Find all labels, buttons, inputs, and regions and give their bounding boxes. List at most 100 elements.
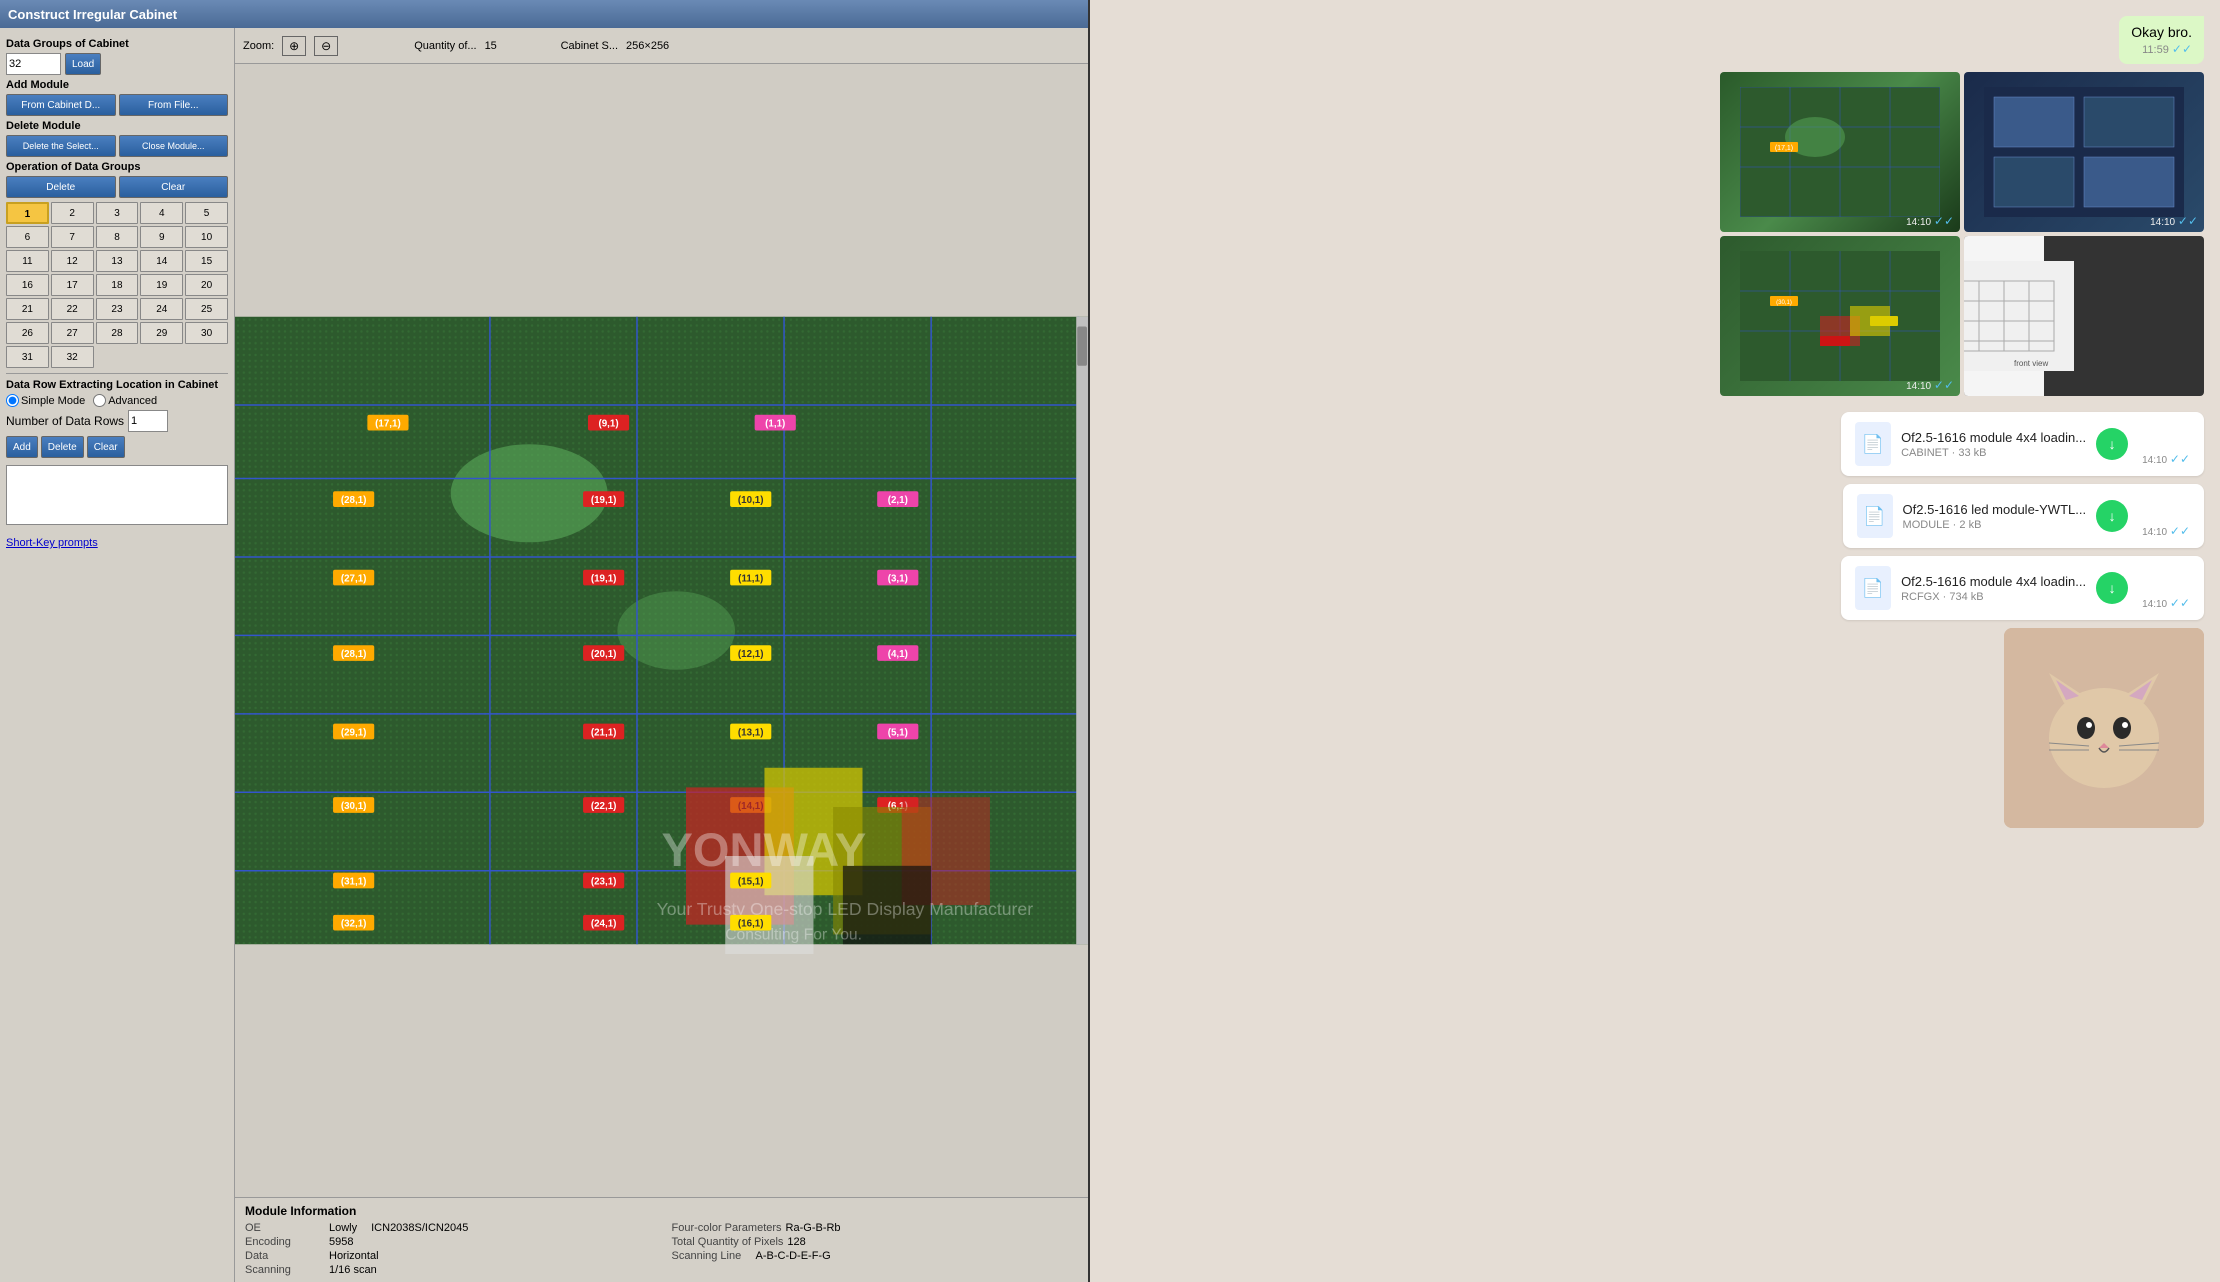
delete-button-2[interactable]: Delete	[41, 436, 84, 458]
num-btn-31[interactable]: 31	[6, 346, 49, 368]
four-color-value: Ra-G-B-Rb	[786, 1222, 841, 1234]
led-grid-container[interactable]: (17,1) (9,1) (1,1) (28,1) (19,1) (10,1)	[235, 64, 1088, 1197]
num-btn-27[interactable]: 27	[51, 322, 94, 344]
module-info-title: Module Information	[245, 1204, 1078, 1218]
scanning-line-value: A-B-C-D-E-F-G	[756, 1250, 831, 1262]
num-data-rows-input[interactable]	[128, 410, 168, 432]
file-download-2[interactable]: ↓	[2096, 500, 2128, 532]
file-time-1: 14:10 ✓✓	[2142, 452, 2190, 466]
num-btn-6[interactable]: 6	[6, 226, 49, 248]
file-bubble-1: 📄 Of2.5-1616 module 4x4 loadin... CABINE…	[1841, 412, 2204, 476]
num-btn-15[interactable]: 15	[185, 250, 228, 272]
file-download-3[interactable]: ↓	[2096, 572, 2128, 604]
info-row-data: Data Horizontal	[245, 1250, 652, 1262]
zoom-label: Zoom:	[243, 40, 274, 52]
num-btn-26[interactable]: 26	[6, 322, 49, 344]
media-thumb-3[interactable]: (30,1) 14:10 ✓✓	[1720, 236, 1960, 396]
notes-textarea[interactable]	[6, 465, 228, 525]
svg-text:(10,1): (10,1)	[738, 495, 764, 506]
from-cabinet-button[interactable]: From Cabinet D...	[6, 94, 116, 116]
advanced-radio[interactable]: Advanced	[93, 394, 157, 407]
zoom-in-button[interactable]: ⊕	[282, 36, 306, 56]
file-info-2: Of2.5-1616 led module-YWTL... MODULE · 2…	[1903, 502, 2087, 531]
svg-text:(31,1): (31,1)	[341, 876, 367, 887]
num-btn-29[interactable]: 29	[140, 322, 183, 344]
svg-text:(2,1): (2,1)	[888, 495, 908, 506]
num-btn-18[interactable]: 18	[96, 274, 139, 296]
num-btn-2[interactable]: 2	[51, 202, 94, 224]
num-btn-17[interactable]: 17	[51, 274, 94, 296]
from-file-button[interactable]: From File...	[119, 94, 229, 116]
media-thumb-1[interactable]: (17,1) 14:10 ✓✓	[1720, 72, 1960, 232]
led-grid-svg: (17,1) (9,1) (1,1) (28,1) (19,1) (10,1)	[235, 64, 1088, 1197]
svg-text:(28,1): (28,1)	[341, 649, 367, 660]
chat-messages[interactable]: Okay bro. 11:59 ✓✓	[1090, 0, 2220, 1282]
media-thumb-2[interactable]: 14:10 ✓✓	[1964, 72, 2204, 232]
delete-by-select-button[interactable]: Delete the Select...	[6, 135, 116, 157]
num-btn-4[interactable]: 4	[140, 202, 183, 224]
num-btn-30[interactable]: 30	[185, 322, 228, 344]
num-btn-22[interactable]: 22	[51, 298, 94, 320]
file-download-1[interactable]: ↓	[2096, 428, 2128, 460]
num-btn-14[interactable]: 14	[140, 250, 183, 272]
num-btn-12[interactable]: 12	[51, 250, 94, 272]
cabinet-size-value: 256×256	[626, 40, 669, 52]
info-row-encoding: Encoding 5958	[245, 1236, 652, 1248]
simple-mode-radio[interactable]: Simple Mode	[6, 394, 85, 407]
add-button[interactable]: Add	[6, 436, 38, 458]
bottom-btn-row: Add Delete Clear	[6, 436, 228, 458]
data-label: Data	[245, 1250, 325, 1262]
data-row-section-label: Data Row Extracting Location in Cabinet	[6, 379, 228, 391]
chat-panel: Okay bro. 11:59 ✓✓	[1090, 0, 2220, 1282]
total-pixels-label: Total Quantity of Pixels	[672, 1236, 784, 1248]
num-btn-8[interactable]: 8	[96, 226, 139, 248]
file-meta-3: RCFGX · 734 kB	[1901, 591, 2086, 603]
svg-text:(28,1): (28,1)	[341, 495, 367, 506]
num-btn-25[interactable]: 25	[185, 298, 228, 320]
svg-text:(29,1): (29,1)	[341, 727, 367, 738]
data-groups-input[interactable]	[6, 53, 61, 75]
num-btn-28[interactable]: 28	[96, 322, 139, 344]
svg-text:(12,1): (12,1)	[738, 649, 764, 660]
shortkey-link[interactable]: Short-Key prompts	[6, 537, 98, 549]
data-groups-row: Load	[6, 53, 228, 75]
svg-text:front view: front view	[2014, 359, 2048, 368]
info-row-scanning: Scanning 1/16 scan	[245, 1264, 652, 1276]
num-btn-11[interactable]: 11	[6, 250, 49, 272]
file-icon-3: 📄	[1855, 566, 1891, 610]
file-info-1: Of2.5-1616 module 4x4 loadin... CABINET …	[1901, 430, 2086, 459]
svg-text:(24,1): (24,1)	[591, 919, 617, 930]
num-btn-7[interactable]: 7	[51, 226, 94, 248]
num-btn-16[interactable]: 16	[6, 274, 49, 296]
operation-clear-button[interactable]: Clear	[119, 176, 229, 198]
num-btn-10[interactable]: 10	[185, 226, 228, 248]
num-btn-24[interactable]: 24	[140, 298, 183, 320]
module-info-grid: OE Lowly ICN2038S/ICN2045 Four-color Par…	[245, 1222, 1078, 1276]
media-time-3: 14:10 ✓✓	[1906, 378, 1954, 392]
close-module-button[interactable]: Close Module...	[119, 135, 229, 157]
num-btn-1[interactable]: 1	[6, 202, 49, 224]
operation-delete-button[interactable]: Delete	[6, 176, 116, 198]
num-btn-23[interactable]: 23	[96, 298, 139, 320]
num-data-rows-row: Number of Data Rows	[6, 410, 228, 432]
number-grid: 1 2 3 4 5 6 7 8 9 10 11 12 13 14 15 16 1…	[6, 202, 228, 368]
num-btn-21[interactable]: 21	[6, 298, 49, 320]
zoom-out-button[interactable]: ⊖	[314, 36, 338, 56]
file-meta-2: MODULE · 2 kB	[1903, 519, 2087, 531]
num-btn-32[interactable]: 32	[51, 346, 94, 368]
num-btn-13[interactable]: 13	[96, 250, 139, 272]
load-button[interactable]: Load	[65, 53, 101, 75]
num-btn-20[interactable]: 20	[185, 274, 228, 296]
num-btn-5[interactable]: 5	[185, 202, 228, 224]
num-btn-19[interactable]: 19	[140, 274, 183, 296]
svg-text:(5,1): (5,1)	[888, 727, 908, 738]
clear-button-2[interactable]: Clear	[87, 436, 125, 458]
num-btn-9[interactable]: 9	[140, 226, 183, 248]
canvas-area: Zoom: ⊕ ⊖ Quantity of... 15 Cabinet S...…	[235, 28, 1088, 1282]
svg-text:(1,1): (1,1)	[765, 419, 785, 430]
media-thumb-4[interactable]: 10 11 12 front view 14:10 ✓✓	[1964, 236, 2204, 396]
num-btn-3[interactable]: 3	[96, 202, 139, 224]
info-row-scanning-line: Scanning Line A-B-C-D-E-F-G	[672, 1250, 1079, 1262]
svg-text:(19,1): (19,1)	[591, 495, 617, 506]
scanning-line-label: Scanning Line	[672, 1250, 752, 1262]
